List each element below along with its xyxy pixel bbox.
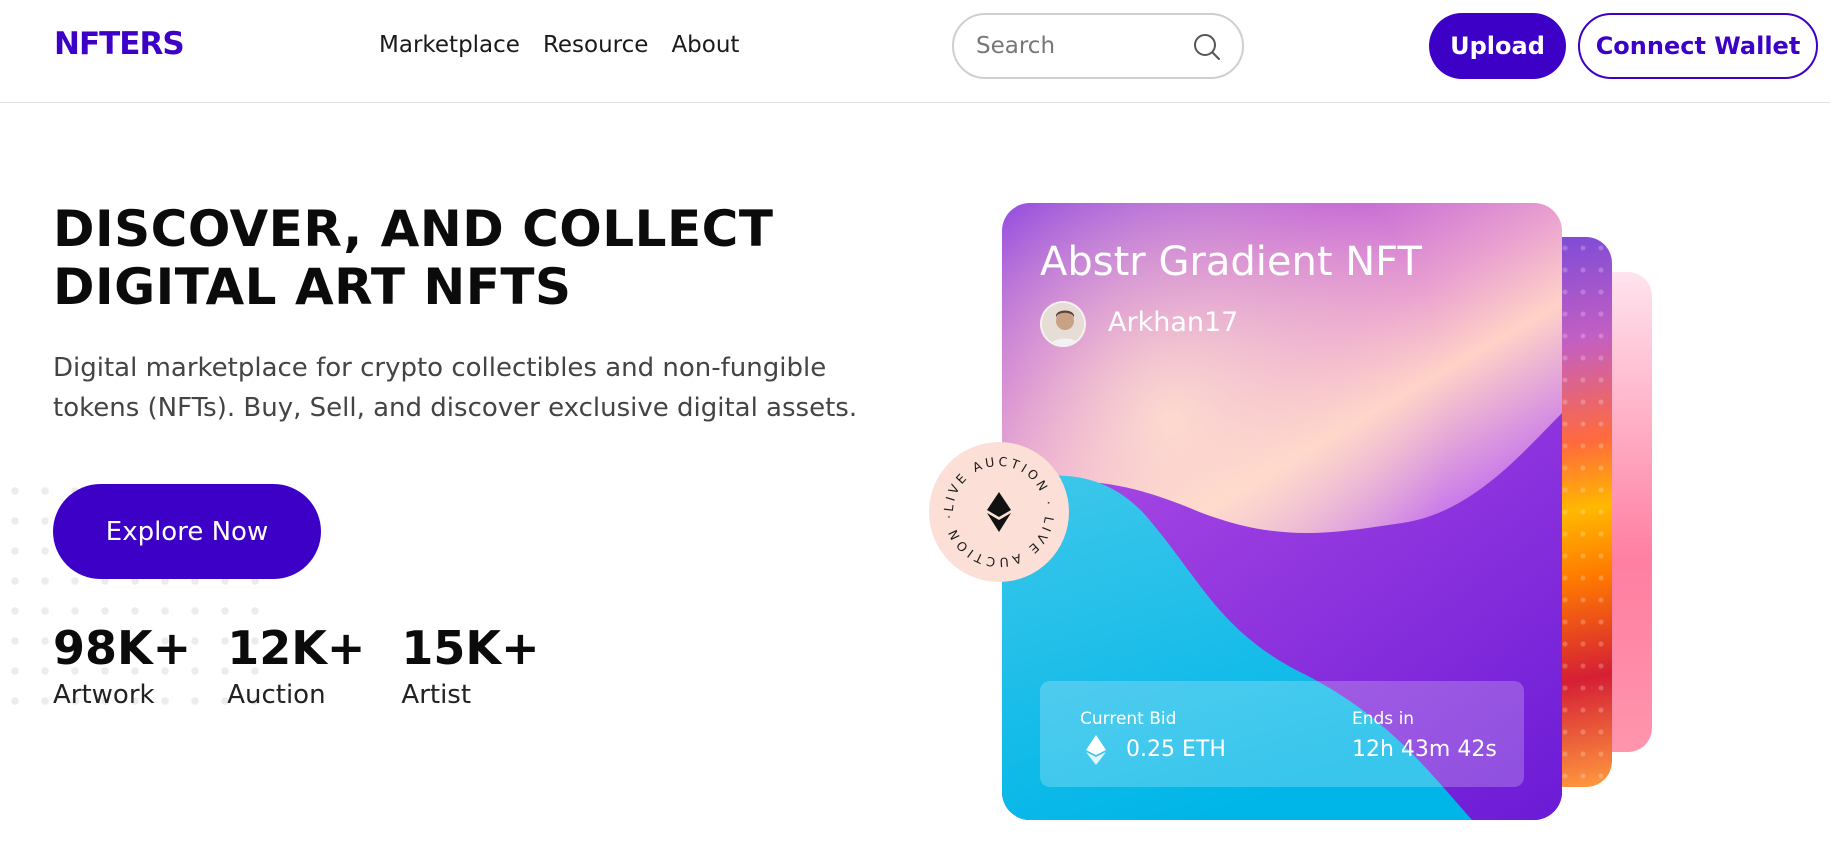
connect-wallet-button[interactable]: Connect Wallet (1578, 13, 1818, 79)
main-nav: Marketplace Resource About (379, 32, 739, 58)
top-header: NFTERS Marketplace Resource About Upload… (0, 0, 1830, 103)
search-icon[interactable] (1192, 32, 1222, 62)
ethereum-icon (1086, 735, 1106, 765)
ends-in-label: Ends in (1352, 709, 1415, 729)
stat-value: 98K+ (53, 621, 192, 675)
hero-subtitle-line-1: Digital marketplace for crypto collectib… (53, 353, 827, 383)
hero-title: DISCOVER, AND COLLECT DIGITAL ART NFTS (53, 200, 813, 316)
stat-label: Auction (227, 680, 326, 710)
current-bid-value: 0.25 ETH (1126, 737, 1226, 762)
nav-marketplace[interactable]: Marketplace (379, 32, 520, 58)
nav-resource[interactable]: Resource (543, 32, 648, 58)
stat-label: Artwork (53, 680, 155, 710)
nav-about[interactable]: About (671, 32, 739, 58)
badge-graphic: LIVE AUCTION · LIVE AUCTION · (941, 454, 1054, 571)
ethereum-icon (987, 492, 1011, 532)
nft-card-featured[interactable]: Abstr Gradient NFT Arkhan17 Current Bid … (1002, 203, 1562, 820)
stat-artwork: 98K+ Artwork (53, 620, 191, 712)
bid-panel: Current Bid 0.25 ETH Ends in 12h 43m 42s (1040, 681, 1524, 787)
upload-button[interactable]: Upload (1429, 13, 1566, 79)
hero-subtitle-line-2: tokens (NFTs). Buy, Sell, and discover e… (53, 393, 858, 423)
ends-in-countdown: 12h 43m 42s (1352, 737, 1497, 762)
live-auction-badge[interactable]: LIVE AUCTION · LIVE AUCTION · (929, 442, 1069, 582)
stat-artist: 15K+ Artist (401, 620, 539, 712)
explore-now-button[interactable]: Explore Now (53, 484, 321, 579)
stats-row: 98K+ Artwork 12K+ Auction 15K+ Artist (53, 620, 540, 712)
hero-title-line-2: DIGITAL ART NFTS (53, 258, 572, 316)
stat-label: Artist (401, 680, 472, 710)
author-name[interactable]: Arkhan17 (1108, 307, 1238, 338)
logo[interactable]: NFTERS (54, 26, 185, 62)
stat-value: 15K+ (401, 621, 540, 675)
current-bid-label: Current Bid (1080, 709, 1177, 729)
card-title: Abstr Gradient NFT (1040, 239, 1422, 285)
search-box[interactable] (952, 13, 1244, 79)
hero-title-line-1: DISCOVER, AND COLLECT (53, 200, 774, 258)
stat-auction: 12K+ Auction (227, 620, 365, 712)
stat-value: 12K+ (227, 621, 366, 675)
author-avatar[interactable] (1040, 301, 1086, 347)
hero-subtitle: Digital marketplace for crypto collectib… (53, 348, 873, 428)
search-input[interactable] (976, 31, 1176, 61)
